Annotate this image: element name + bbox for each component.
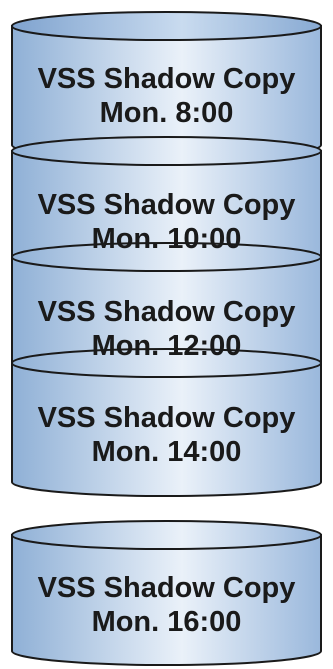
cylinder-3-title: VSS Shadow Copy xyxy=(37,296,296,328)
cylinder-2-label: VSS Shadow Copy Mon. 10:00 xyxy=(12,188,321,256)
cylinder-3-label: VSS Shadow Copy Mon. 12:00 xyxy=(12,295,321,363)
cylinder-2-time: Mon. 10:00 xyxy=(91,223,242,255)
cylinder-2-top xyxy=(11,136,322,166)
cylinder-3-time: Mon. 12:00 xyxy=(91,330,242,362)
cylinder-2-title: VSS Shadow Copy xyxy=(37,189,296,221)
cylinder-1-time: Mon. 8:00 xyxy=(99,97,234,129)
cylinder-5-title: VSS Shadow Copy xyxy=(37,572,296,604)
cylinder-4-title: VSS Shadow Copy xyxy=(37,402,296,434)
cylinder-4-time: Mon. 14:00 xyxy=(91,436,242,468)
cylinder-1-title: VSS Shadow Copy xyxy=(37,63,296,95)
cylinder-5-top xyxy=(11,520,322,550)
cylinder-5-time: Mon. 16:00 xyxy=(91,606,242,638)
cylinder-5-label: VSS Shadow Copy Mon. 16:00 xyxy=(12,571,321,639)
cylinder-1-top xyxy=(11,11,322,41)
cylinder-1-label: VSS Shadow Copy Mon. 8:00 xyxy=(12,62,321,130)
cylinder-4-label: VSS Shadow Copy Mon. 14:00 xyxy=(12,401,321,469)
